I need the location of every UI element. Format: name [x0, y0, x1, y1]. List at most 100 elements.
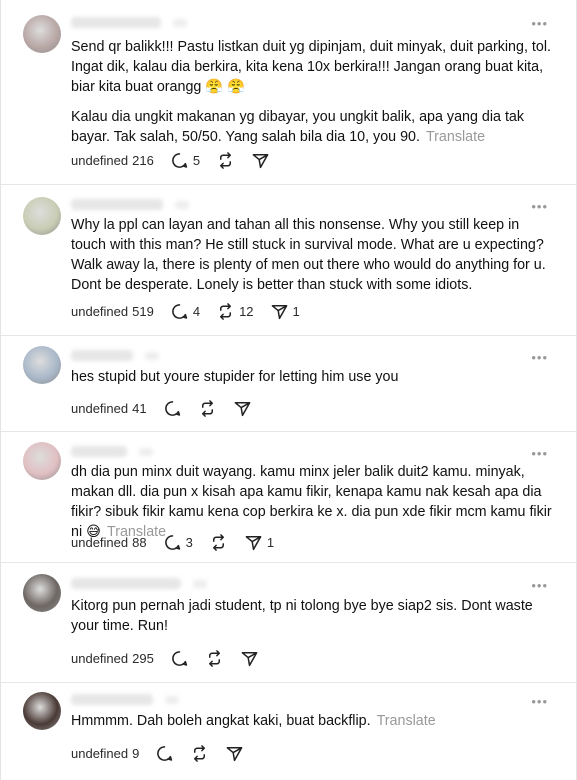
repost-button[interactable]: [190, 744, 209, 763]
repost-icon: [209, 533, 228, 552]
more-options-icon[interactable]: •••: [531, 694, 548, 709]
send-icon: [251, 151, 270, 170]
heart-icon: undefined: [71, 534, 129, 550]
reply-button[interactable]: 5: [170, 151, 200, 170]
more-options-icon[interactable]: •••: [531, 578, 548, 593]
share-button[interactable]: [233, 399, 252, 418]
comment-paragraph-text: Send qr balikk!!! Pastu listkan duit yg …: [71, 39, 551, 95]
comment-paragraph: Hmmmm. Dah boleh angkat kaki, buat backf…: [71, 711, 554, 731]
avatar[interactable]: [23, 574, 61, 612]
like-button[interactable]: undefined 9: [71, 746, 139, 761]
comment-icon: [170, 151, 189, 170]
heart-icon: undefined: [71, 400, 129, 416]
avatar[interactable]: [23, 15, 61, 53]
likes-count: 88: [132, 534, 147, 550]
reply-button[interactable]: 3: [163, 533, 193, 552]
heart-icon: undefined: [71, 650, 129, 666]
like-button[interactable]: undefined 295: [71, 651, 154, 666]
comment-text: Send qr balikk!!! Pastu listkan duit yg …: [71, 37, 554, 157]
comment-icon: [155, 744, 174, 763]
reply-button[interactable]: 4: [170, 302, 200, 321]
comment-paragraph-text: Why la ppl can layan and tahan all this …: [71, 217, 546, 293]
more-options-icon[interactable]: •••: [531, 16, 548, 31]
action-bar: undefined 41: [71, 398, 268, 418]
replies-count: 3: [185, 534, 193, 550]
action-bar: undefined 519 4 12 1: [71, 301, 316, 321]
shares-count: 1: [266, 534, 275, 550]
share-button[interactable]: [251, 151, 270, 170]
username-blurred[interactable]: [71, 199, 189, 210]
send-icon: [270, 302, 289, 321]
more-options-icon[interactable]: •••: [531, 199, 548, 214]
share-button[interactable]: 1: [270, 302, 300, 321]
action-bar: undefined 216 5: [71, 150, 286, 170]
heart-icon: undefined: [71, 303, 129, 319]
username-blurred[interactable]: [71, 446, 153, 457]
repost-button[interactable]: 12: [216, 302, 254, 321]
comment-paragraph-text: hes stupid but youre stupider for lettin…: [71, 369, 399, 385]
action-bar: undefined 295: [71, 648, 275, 668]
comment-post: ••• Hmmmm. Dah boleh angkat kaki, buat ba…: [1, 683, 576, 779]
repost-icon: [216, 151, 235, 170]
comment-paragraph: hes stupid but youre stupider for lettin…: [71, 367, 554, 387]
repost-button[interactable]: [209, 533, 228, 552]
share-button[interactable]: 1: [244, 533, 274, 552]
comment-icon: [170, 302, 189, 321]
username-blurred[interactable]: [71, 350, 159, 361]
repost-button[interactable]: [198, 399, 217, 418]
comment-icon: [163, 399, 182, 418]
repost-button[interactable]: [216, 151, 235, 170]
more-options-icon[interactable]: •••: [531, 446, 548, 461]
avatar[interactable]: [23, 346, 61, 384]
reply-button[interactable]: [155, 744, 174, 763]
avatar[interactable]: [23, 442, 61, 480]
like-button[interactable]: undefined 519: [71, 304, 154, 319]
username-blurred[interactable]: [71, 694, 179, 705]
like-button[interactable]: undefined 41: [71, 401, 147, 416]
replies-count: 4: [192, 303, 201, 319]
comment-paragraph: Send qr balikk!!! Pastu listkan duit yg …: [71, 37, 554, 97]
avatar[interactable]: [23, 197, 61, 235]
like-button[interactable]: undefined 88: [71, 535, 147, 550]
send-icon: [225, 744, 244, 763]
repost-icon: [190, 744, 209, 763]
translate-link[interactable]: Translate: [426, 129, 485, 145]
action-bar: undefined 88 3 1: [71, 532, 290, 552]
username-blurred[interactable]: [71, 17, 187, 28]
comment-text: Hmmmm. Dah boleh angkat kaki, buat backf…: [71, 711, 554, 741]
comment-paragraph-text: Hmmmm. Dah boleh angkat kaki, buat backf…: [71, 713, 371, 729]
comment-paragraph: Why la ppl can layan and tahan all this …: [71, 215, 554, 295]
comment-icon: [170, 649, 189, 668]
send-icon: [244, 533, 263, 552]
comment-post: ••• hes stupid but youre stupider for let…: [1, 336, 576, 432]
reply-button[interactable]: [170, 649, 189, 668]
like-button[interactable]: undefined 216: [71, 153, 154, 168]
likes-count: 41: [132, 400, 147, 416]
comment-paragraph-text: Kitorg pun pernah jadi student, tp ni to…: [71, 598, 533, 634]
comment-feed: ••• Send qr balikk!!! Pastu listkan duit …: [0, 0, 577, 780]
comment-paragraph: dh dia pun minx duit wayang. kamu minx j…: [71, 462, 554, 542]
shares-count: 1: [292, 303, 300, 319]
username-blurred[interactable]: [71, 578, 207, 589]
comment-post: ••• dh dia pun minx duit wayang. kamu min…: [1, 432, 576, 563]
heart-icon: undefined: [71, 152, 129, 168]
avatar[interactable]: [23, 692, 61, 730]
likes-count: 9: [132, 745, 140, 761]
translate-link[interactable]: Translate: [377, 713, 436, 729]
repost-button[interactable]: [205, 649, 224, 668]
more-options-icon[interactable]: •••: [531, 350, 548, 365]
comment-post: ••• Why la ppl can layan and tahan all th…: [1, 185, 576, 336]
repost-icon: [205, 649, 224, 668]
heart-icon: undefined: [71, 745, 129, 761]
share-button[interactable]: [240, 649, 259, 668]
comment-text: hes stupid but youre stupider for lettin…: [71, 367, 554, 397]
comment-paragraph: Kitorg pun pernah jadi student, tp ni to…: [71, 596, 554, 636]
reposts-count: 12: [239, 303, 254, 319]
reply-button[interactable]: [163, 399, 182, 418]
likes-count: 216: [132, 152, 154, 168]
comment-text: Why la ppl can layan and tahan all this …: [71, 215, 554, 305]
share-button[interactable]: [225, 744, 244, 763]
likes-count: 519: [132, 303, 154, 319]
repost-icon: [198, 399, 217, 418]
likes-count: 295: [132, 650, 154, 666]
